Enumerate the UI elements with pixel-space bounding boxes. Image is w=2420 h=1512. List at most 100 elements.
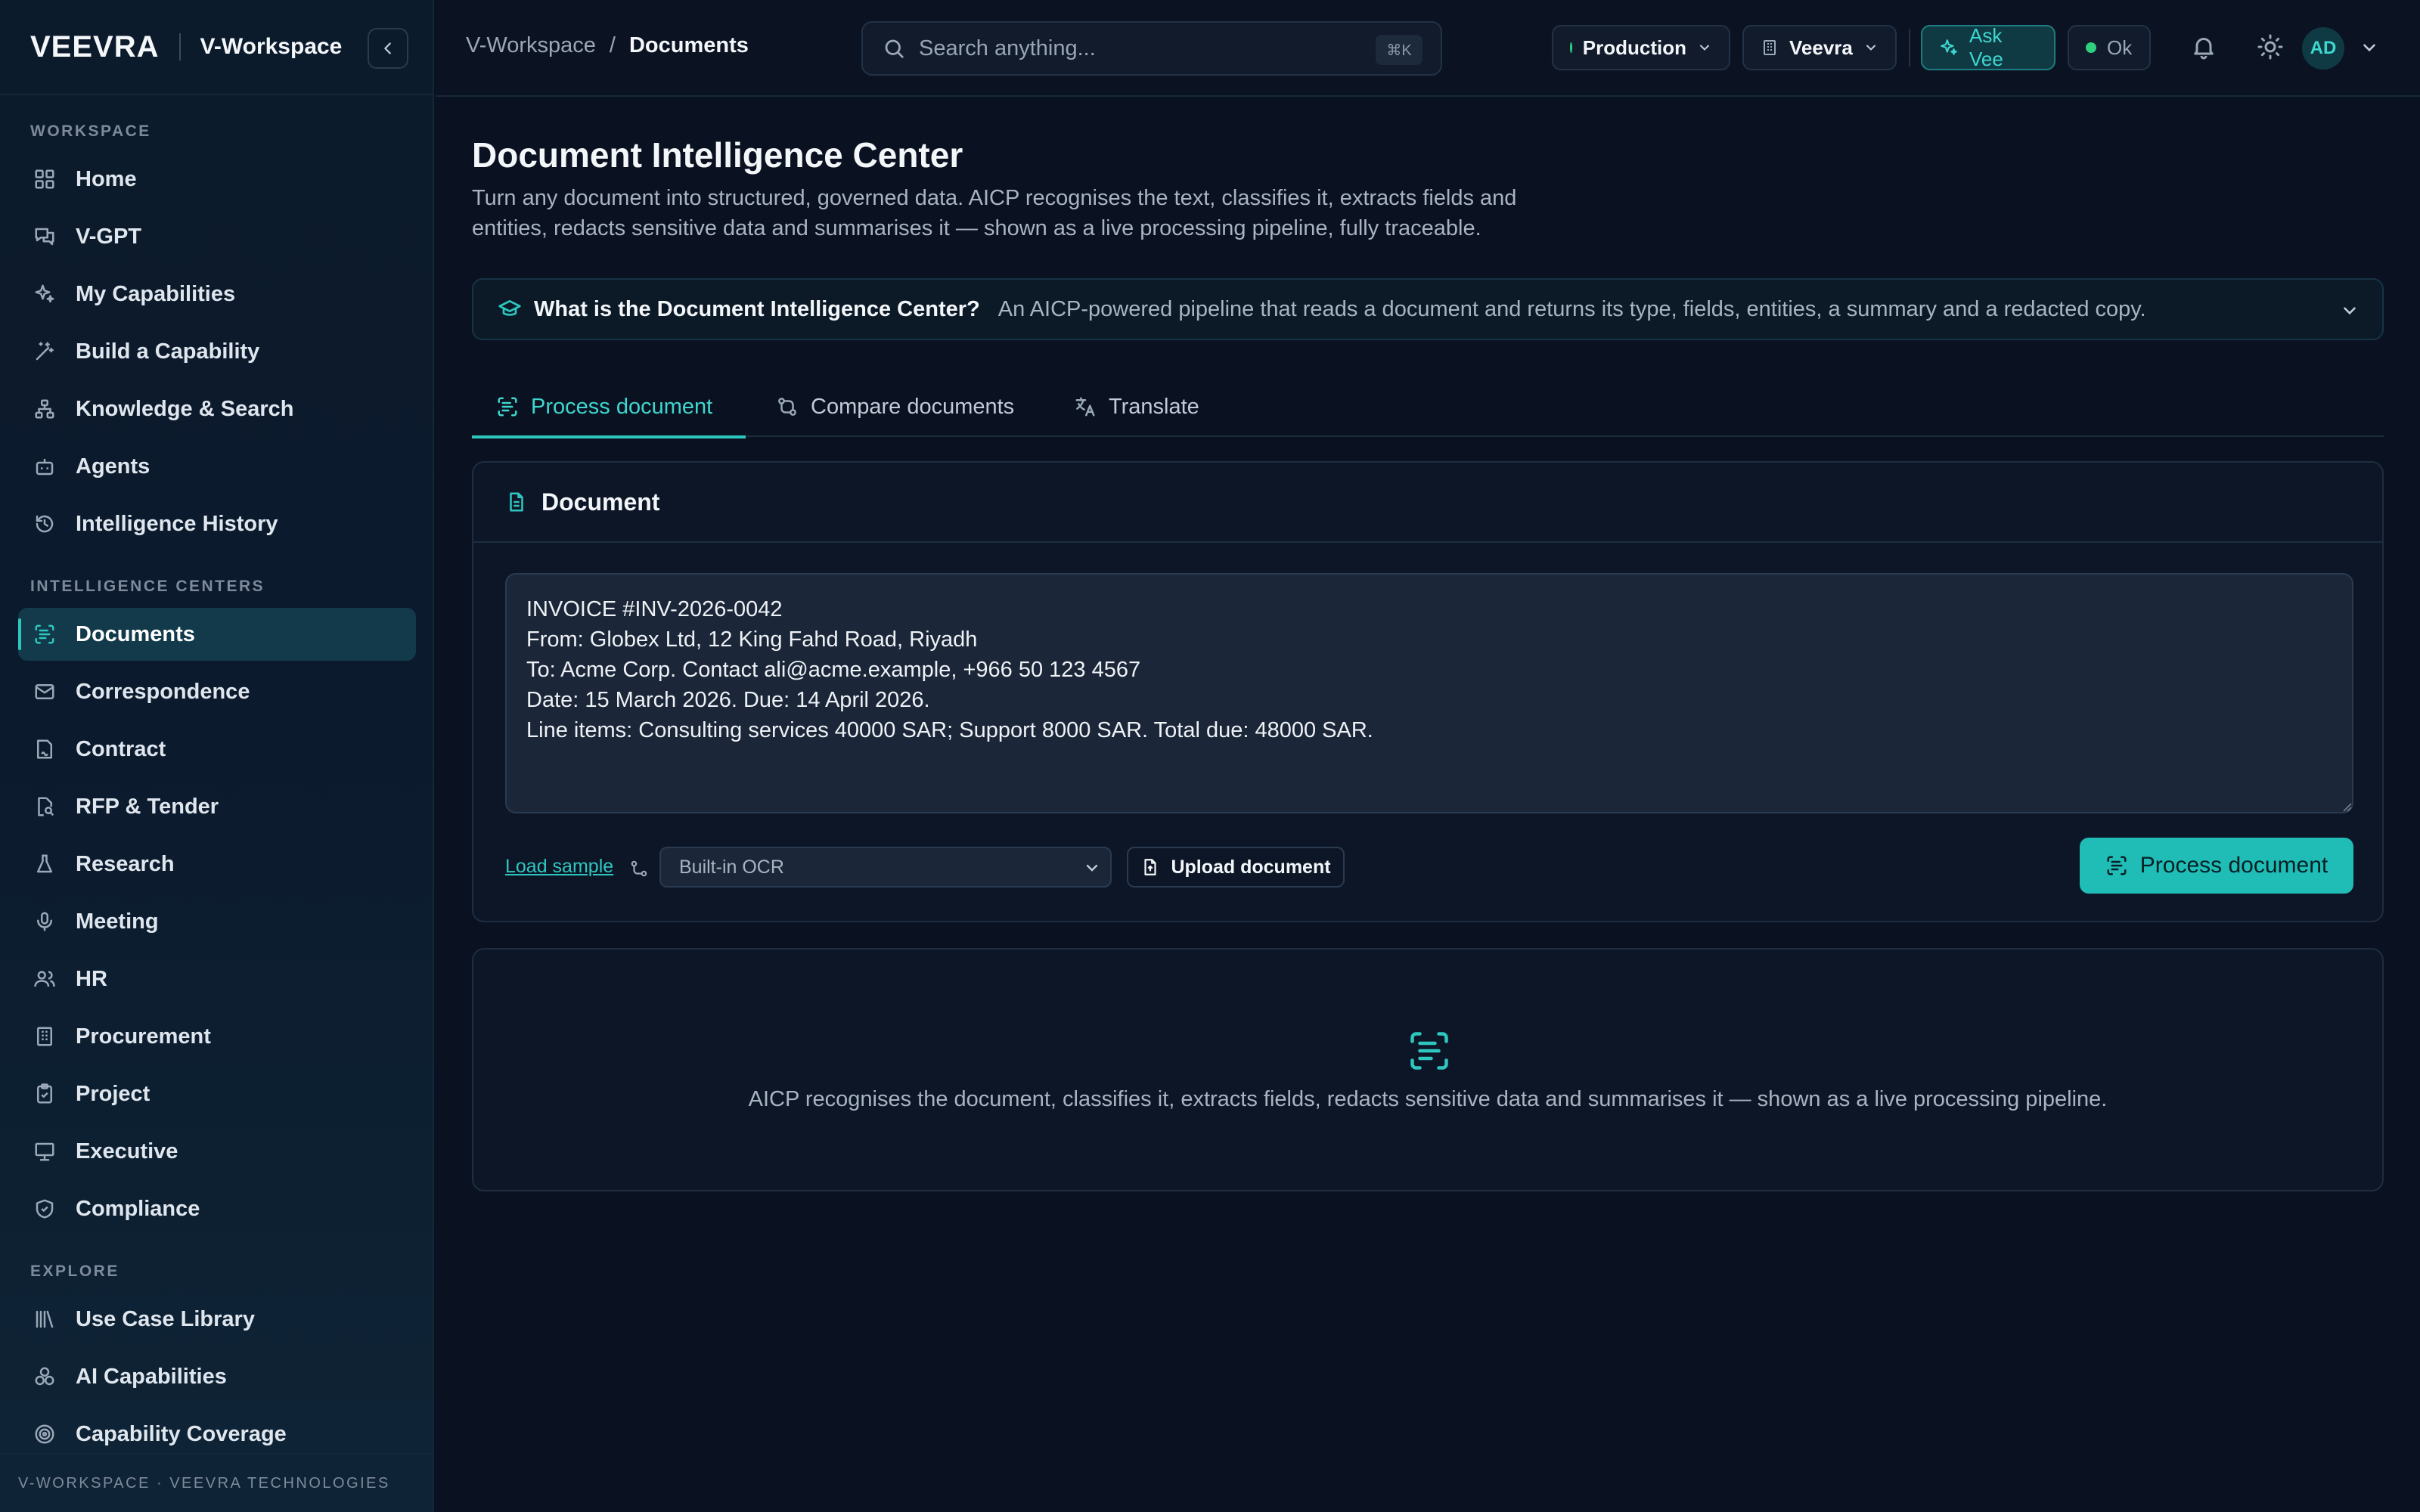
sidebar-item-label: Compliance [76,1196,200,1221]
search-shortcut: ⌘K [1376,35,1423,65]
chevron-down-icon [2340,301,2360,321]
presentation-icon [32,1139,57,1164]
sidebar-item-use-case-library[interactable]: Use Case Library [18,1293,416,1346]
info-question: What is the Document Intelligence Center… [534,296,980,321]
sidebar-item-hr[interactable]: HR [18,953,416,1005]
building-icon [32,1024,57,1049]
sidebar-item-intelligence-history[interactable]: Intelligence History [18,497,416,550]
sidebar-item-label: Project [76,1081,150,1106]
nav-section-intelligence-centers: INTELLIGENCE CENTERS [30,578,265,595]
sidebar-item-home[interactable]: Home [18,153,416,206]
brand-header: VEEVRA V-Workspace [0,0,434,95]
tab-label: Process document [531,394,713,419]
search-icon [883,37,905,60]
process-document-button[interactable]: Process document [2080,838,2353,894]
topbar: V-Workspace / Documents Search anything.… [436,0,2420,97]
global-search[interactable]: Search anything... ⌘K [861,21,1442,76]
sidebar-item-knowledge-search[interactable]: Knowledge & Search [18,383,416,435]
chat-icon [32,224,57,249]
document-card-header: Document [473,463,2382,543]
sidebar-item-project[interactable]: Project [18,1067,416,1120]
sun-icon[interactable] [2257,33,2284,60]
sidebar-item-label: My Capabilities [76,281,236,306]
sidebar-item-research[interactable]: Research [18,838,416,891]
topbar-divider [1909,29,1910,67]
users-icon [32,966,57,992]
org-select[interactable]: Veevra [1742,25,1897,70]
document-card-title: Document [541,488,660,516]
chevron-down-icon [1083,859,1101,877]
file-text-icon [505,491,528,513]
chevron-down-icon [1863,40,1879,55]
library-icon [32,1306,57,1332]
environment-select[interactable]: Production [1552,25,1730,70]
sidebar-item-build-capability[interactable]: Build a Capability [18,325,416,378]
git-compare-icon [776,395,799,418]
ocr-engine-select[interactable]: Built-in OCR [659,847,1112,888]
system-status-badge[interactable]: Ok [2068,25,2151,70]
sidebar-item-label: HR [76,966,107,991]
org-label: Veevra [1789,36,1853,59]
breadcrumb: V-Workspace / Documents [466,33,749,58]
avatar[interactable]: AD [2302,27,2344,70]
breadcrumb-workspace[interactable]: V-Workspace [466,33,596,58]
upload-document-button[interactable]: Upload document [1127,847,1345,888]
sidebar-item-label: Correspondence [76,679,250,704]
info-answer: An AICP-powered pipeline that reads a do… [997,296,2146,321]
sidebar-item-label: Executive [76,1139,178,1163]
bell-icon[interactable] [2190,33,2217,60]
ask-vee-label: Ask Vee [1969,24,2003,70]
sidebar-footer: V-WORKSPACE · VEEVRA TECHNOLOGIES [0,1453,434,1512]
document-text-input[interactable]: INVOICE #INV-2026-0042 From: Globex Ltd,… [505,573,2353,813]
graduation-cap-icon [498,297,522,321]
sidebar-item-label: Intelligence History [76,511,278,536]
sidebar-item-meeting[interactable]: Meeting [18,895,416,948]
brand-divider [178,33,181,60]
flask-icon [32,851,57,877]
brand-logo[interactable]: VEEVRA [30,30,160,64]
ocr-engine-value: Built-in OCR [679,856,784,878]
sidebar-item-label: RFP & Tender [76,794,219,819]
sidebar-item-executive[interactable]: Executive [18,1125,416,1178]
scan-text-icon [2105,854,2128,877]
sidebar: VEEVRA V-Workspace WORKSPACE Home V-GPT … [0,0,434,1512]
workspace-name: V-Workspace [200,34,343,59]
scan-text-icon [496,395,519,418]
sidebar-item-compliance[interactable]: Compliance [18,1182,416,1235]
sidebar-item-my-capabilities[interactable]: My Capabilities [18,268,416,321]
target-icon [32,1421,57,1447]
building-icon [1761,39,1779,57]
search-placeholder: Search anything... [919,36,1096,60]
load-sample-link[interactable]: Load sample [505,856,613,878]
chevron-down-icon [1697,40,1712,55]
chevron-down-icon[interactable] [2360,38,2379,57]
sidebar-item-label: Procurement [76,1024,211,1049]
sidebar-item-agents[interactable]: Agents [18,440,416,493]
contract-icon [32,736,57,762]
tab-compare-documents[interactable]: Compare documents [776,376,1014,437]
tab-translate[interactable]: Translate [1074,376,1199,437]
sidebar-item-ai-capabilities[interactable]: AI Capabilities [18,1350,416,1403]
sidebar-item-label: Use Case Library [76,1306,255,1331]
breadcrumb-current: Documents [628,33,749,57]
tab-process-document[interactable]: Process document [472,376,746,438]
info-banner[interactable]: What is the Document Intelligence Center… [472,278,2384,340]
collapse-sidebar-button[interactable] [368,28,408,69]
sidebar-item-procurement[interactable]: Procurement [18,1010,416,1063]
tab-bar: Process document Compare documents Trans… [472,376,2384,438]
scan-text-icon [1407,1028,1452,1074]
clipboard-icon [32,1081,57,1107]
status-dot [2086,42,2096,53]
tab-label: Compare documents [811,394,1015,419]
sidebar-item-vgpt[interactable]: V-GPT [18,210,416,263]
environment-label: Production [1582,36,1686,59]
document-actions: Load sample Built-in OCR Upload document… [505,838,2353,895]
sparkles-icon [32,281,57,307]
mic-icon [32,909,57,934]
ask-vee-button[interactable]: Ask Vee [1921,24,2055,70]
sidebar-item-correspondence[interactable]: Correspondence [18,665,416,718]
main-content: Document Intelligence Center Turn any do… [436,97,2420,1512]
sidebar-item-rfp-tender[interactable]: RFP & Tender [18,780,416,833]
sidebar-item-contract[interactable]: Contract [18,723,416,776]
sidebar-item-documents[interactable]: Documents [18,608,416,661]
